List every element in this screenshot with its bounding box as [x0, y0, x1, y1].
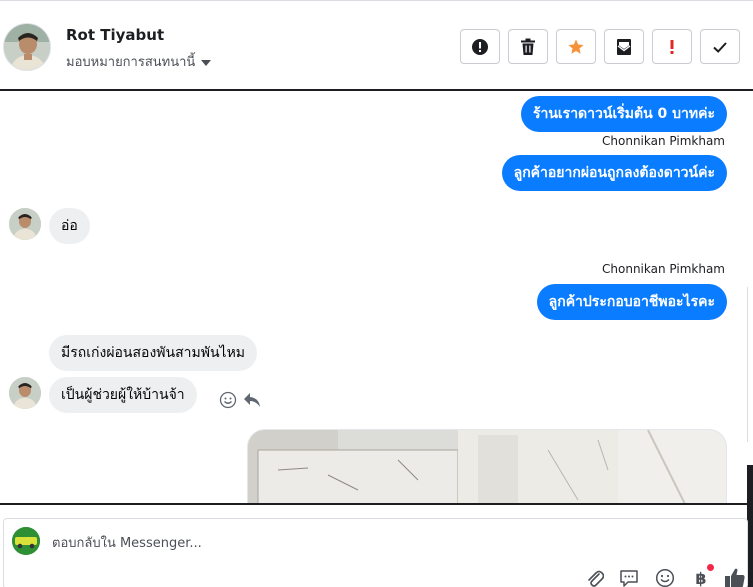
message-sender-name: Chonnikan Pimkham	[602, 262, 725, 276]
message-photo-attachment[interactable]	[247, 429, 727, 503]
payment-button[interactable]: ฿	[690, 564, 714, 587]
message-bubble-outgoing[interactable]: ลูกค้าประกอบอาชีพอะไรคะ	[536, 284, 727, 320]
smiley-icon	[655, 568, 675, 587]
notification-dot	[707, 564, 714, 571]
message-bubble-outgoing[interactable]: ลูกค้าอยากผ่อนถูกลงต้องดาวน์ค่ะ	[501, 155, 727, 191]
message-bubble-outgoing[interactable]: ร้านเราดาวน์เริ่มต้น 0 บาทค่ะ	[520, 96, 727, 132]
contact-name[interactable]: Rot Tiyabut	[66, 26, 164, 44]
emoji-button[interactable]	[654, 567, 676, 587]
contact-avatar-small[interactable]	[9, 377, 41, 409]
saved-replies-button[interactable]	[618, 567, 640, 587]
report-spam-button[interactable]	[460, 29, 500, 64]
side-panel-card	[747, 287, 753, 442]
trash-icon	[521, 38, 535, 55]
page-avatar	[12, 527, 40, 555]
contact-avatar[interactable]	[3, 23, 51, 71]
delete-button[interactable]	[508, 29, 548, 64]
message-bubble-incoming[interactable]: มีรถเก่งผ่อนสองพันสามพันไหม	[49, 335, 258, 371]
baht-icon: ฿	[695, 568, 707, 587]
assign-label: มอบหมายการสนทนานี้	[66, 55, 196, 70]
contact-avatar-small[interactable]	[9, 208, 41, 240]
message-sender-name: Chonnikan Pimkham	[602, 134, 725, 148]
follow-up-button[interactable]	[652, 29, 692, 64]
conversation-header: Rot Tiyabut มอบหมายการสนทนานี้	[0, 0, 753, 91]
reply-composer: ฿	[0, 503, 748, 587]
star-button[interactable]	[556, 29, 596, 64]
thumbs-up-icon	[725, 568, 745, 587]
alert-circle-icon	[472, 38, 488, 55]
reply-box: ฿	[3, 518, 748, 587]
react-emoji-icon[interactable]	[219, 391, 237, 409]
message-thread: ร้านเราดาวน์เริ่มต้น 0 บาทค่ะ Chonnikan …	[0, 93, 745, 503]
paperclip-icon	[588, 570, 604, 587]
reply-arrow-icon[interactable]	[243, 392, 261, 408]
reply-input[interactable]	[52, 532, 552, 554]
mark-done-button[interactable]	[700, 29, 740, 64]
check-icon	[713, 41, 727, 53]
envelope-icon	[617, 38, 631, 55]
message-bubble-incoming[interactable]: เป็นผู้ช่วยผู้ให้บ้านจ้า	[49, 377, 197, 413]
conversation-panel: Rot Tiyabut มอบหมายการสนทนานี้ ร้านเราดา…	[0, 0, 753, 587]
assign-conversation-dropdown[interactable]: มอบหมายการสนทนานี้	[66, 51, 212, 72]
caret-down-icon	[201, 59, 212, 66]
chat-bubble-icon	[620, 570, 638, 587]
attach-file-button[interactable]	[584, 567, 606, 587]
star-icon	[568, 39, 584, 54]
exclamation-icon	[670, 39, 674, 54]
message-bubble-incoming[interactable]: อ่อ	[49, 208, 90, 244]
mark-unread-button[interactable]	[604, 29, 644, 64]
like-button[interactable]	[724, 567, 746, 587]
